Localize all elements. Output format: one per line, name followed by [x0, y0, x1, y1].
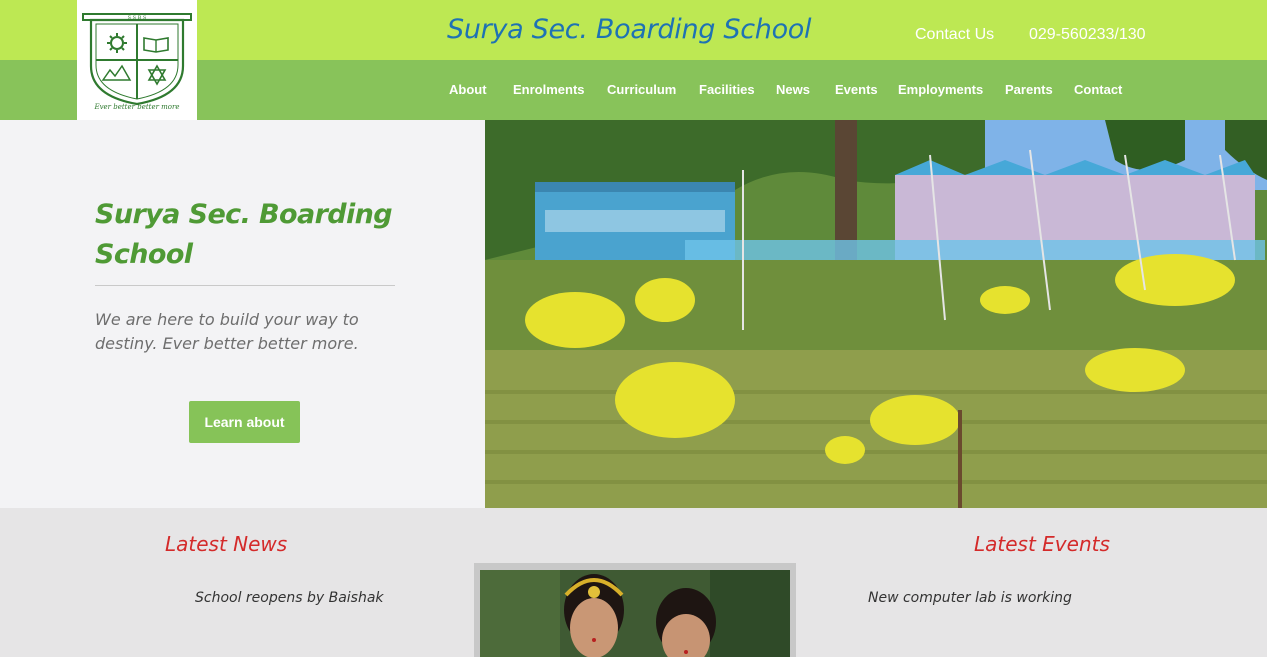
- event-item[interactable]: New computer lab is working: [868, 590, 1072, 606]
- hero-tagline: We are here to build your way to destiny…: [95, 310, 359, 353]
- students-photo: [480, 570, 790, 657]
- nav-item-employments[interactable]: Employments: [898, 82, 983, 97]
- nav-item-parents[interactable]: Parents: [1005, 82, 1053, 97]
- school-building-photo: [485, 120, 1267, 508]
- school-crest-icon: S S B S Ever better better more: [82, 13, 192, 111]
- nav-item-enrolments[interactable]: Enrolments: [513, 82, 585, 97]
- school-logo[interactable]: S S B S Ever better better more: [77, 0, 197, 120]
- hero-divider: [95, 285, 395, 286]
- svg-text:S S B S: S S B S: [128, 15, 147, 21]
- hero-title: Surya Sec. Boarding School: [95, 199, 393, 270]
- nav-item-contact[interactable]: Contact: [1074, 82, 1122, 97]
- nav-item-facilities[interactable]: Facilities: [699, 82, 755, 97]
- site-title[interactable]: Surya Sec. Boarding School: [447, 14, 812, 45]
- news-item[interactable]: School reopens by Baishak: [195, 590, 384, 606]
- phone-number[interactable]: 029-560233/130: [1029, 26, 1146, 44]
- nav-item-events[interactable]: Events: [835, 82, 878, 97]
- contact-us-link[interactable]: Contact Us: [915, 26, 994, 44]
- nav-item-curriculum[interactable]: Curriculum: [607, 82, 676, 97]
- nav-item-about[interactable]: About: [449, 82, 487, 97]
- latest-news-heading: Latest News: [165, 532, 288, 556]
- learn-about-button[interactable]: Learn about: [189, 401, 300, 443]
- svg-text:Ever better better more: Ever better better more: [93, 103, 179, 111]
- nav-item-news[interactable]: News: [776, 82, 810, 97]
- latest-events-heading: Latest Events: [974, 532, 1110, 556]
